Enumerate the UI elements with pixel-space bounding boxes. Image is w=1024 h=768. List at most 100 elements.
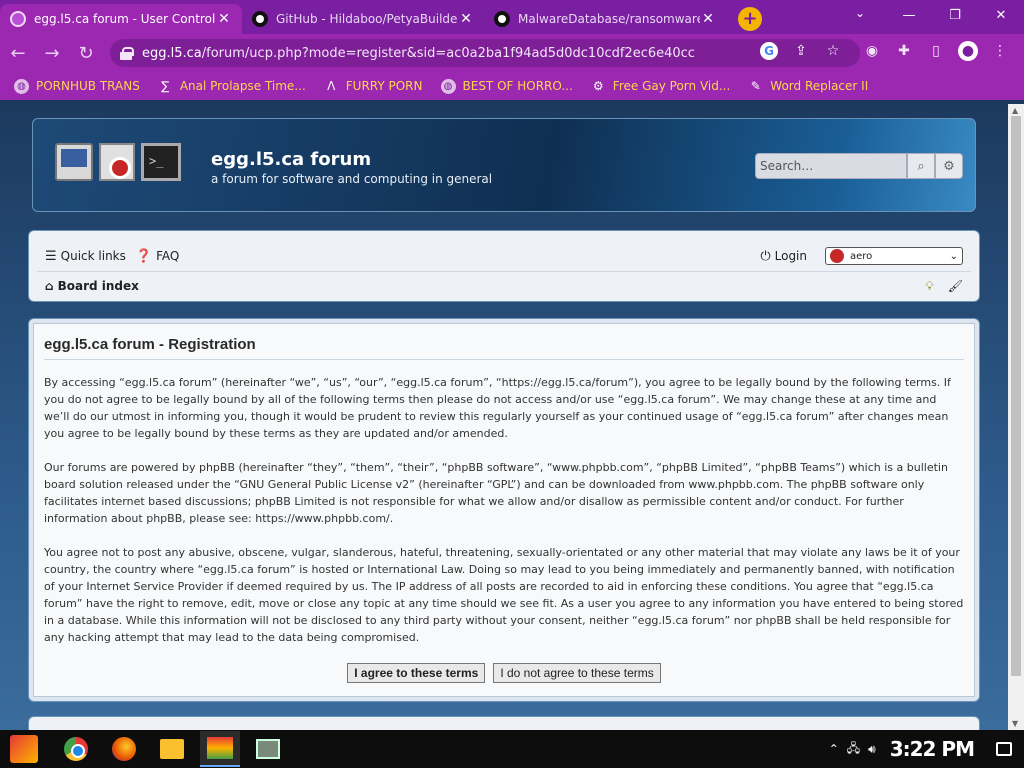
tab-title: egg.l5.ca forum - User Control Panel bbox=[34, 12, 216, 26]
folder-icon bbox=[160, 739, 184, 759]
scroll-down-icon[interactable]: ▼ bbox=[1012, 719, 1018, 728]
disc-icon bbox=[99, 143, 135, 181]
bookmark-item[interactable]: ∑ Anal Prolapse Time... bbox=[158, 79, 305, 94]
menu-kebab-icon[interactable]: ⋮ bbox=[990, 41, 1010, 61]
search-icon: ⌕ bbox=[917, 158, 925, 174]
site-description: a forum for software and computing in ge… bbox=[211, 172, 493, 186]
faq-link[interactable]: ❓ FAQ bbox=[136, 249, 179, 264]
notification-icon[interactable] bbox=[996, 742, 1012, 756]
window-controls: — ❐ ✕ bbox=[886, 0, 1024, 30]
login-link[interactable]: ⏻ Login bbox=[760, 249, 807, 264]
disagree-button[interactable]: I do not agree to these terms bbox=[493, 663, 661, 683]
quick-links-label: Quick links bbox=[60, 249, 126, 263]
bookmark-icon: ∑ bbox=[161, 79, 170, 93]
taskbar-firefox[interactable] bbox=[104, 731, 144, 767]
forward-icon[interactable]: → bbox=[36, 37, 68, 69]
tab-github-petya[interactable]: GitHub - Hildaboo/PetyaBuilder ✕ bbox=[242, 4, 484, 34]
chevron-down-icon: ⌄ bbox=[949, 250, 958, 262]
board-index-link[interactable]: Board index bbox=[58, 279, 139, 293]
browser-tab-strip: egg.l5.ca forum - User Control Panel ✕ G… bbox=[0, 0, 1024, 34]
bookmark-item[interactable]: ✎ Word Replacer II bbox=[748, 79, 868, 94]
url-path: /forum/ucp.php?mode=register&sid=ac0a2ba… bbox=[201, 45, 695, 61]
scrollbar-thumb[interactable] bbox=[1011, 116, 1021, 676]
lock-icon[interactable] bbox=[120, 46, 134, 60]
terms-paragraph: You agree not to post any abusive, obsce… bbox=[44, 546, 964, 644]
extension-avatar-icon[interactable]: ◉ bbox=[862, 41, 882, 61]
bookmark-item[interactable]: Λ FURRY PORN bbox=[324, 79, 422, 94]
computer-icon bbox=[55, 143, 93, 181]
home-icon: ⌂ bbox=[45, 279, 54, 293]
chrome-icon bbox=[64, 737, 88, 761]
close-icon[interactable]: ✕ bbox=[458, 11, 474, 27]
site-logo[interactable]: >_ bbox=[55, 143, 181, 181]
taskbar: ⌃ 🖧︎ 🔊︎ 3:22 PM bbox=[0, 730, 1024, 768]
forum-icon bbox=[10, 11, 26, 27]
quick-links-menu[interactable]: ☰ Quick links bbox=[45, 249, 126, 264]
registration-panel: egg.l5.ca forum - Registration By access… bbox=[28, 318, 980, 702]
address-bar[interactable]: egg.l5.ca/forum/ucp.php?mode=register&si… bbox=[110, 39, 860, 67]
taskbar-app[interactable] bbox=[200, 731, 240, 767]
nav-tools: 💡︎ 🖌︎ bbox=[925, 279, 963, 294]
profile-avatar-icon[interactable]: ● bbox=[958, 41, 978, 61]
search-button[interactable]: ⌕ bbox=[907, 153, 935, 179]
page-title: egg.l5.ca forum - Registration bbox=[44, 336, 964, 360]
bookmark-label: Word Replacer II bbox=[770, 79, 869, 93]
close-icon[interactable]: ✕ bbox=[216, 11, 232, 27]
bookmark-star-icon[interactable]: ☆ bbox=[824, 42, 842, 60]
minimize-icon[interactable]: — bbox=[886, 0, 932, 30]
google-lens-icon[interactable]: G bbox=[760, 42, 778, 60]
bookmarks-bar: ◍ PORNHUB TRANS ∑ Anal Prolapse Time... ΛF… bbox=[0, 72, 1024, 100]
site-title[interactable]: egg.l5.ca forum bbox=[211, 149, 371, 170]
tab-search-icon[interactable]: ⌄ bbox=[855, 6, 865, 20]
taskbar-chrome[interactable] bbox=[56, 731, 96, 767]
taskbar-monitor[interactable] bbox=[248, 731, 288, 767]
hamburger-icon: ☰ bbox=[45, 248, 57, 264]
nav-right: ⏻ Login aero ⌄ bbox=[760, 247, 963, 265]
address-bar-actions: G ⇪ ☆ bbox=[760, 42, 842, 60]
clock[interactable]: 3:22 PM bbox=[890, 737, 975, 761]
monitor-icon bbox=[256, 739, 280, 759]
terms-paragraph: Our forums are powered by phpBB (hereina… bbox=[44, 461, 948, 525]
start-icon[interactable] bbox=[10, 735, 38, 763]
close-window-icon[interactable]: ✕ bbox=[978, 0, 1024, 30]
tab-github-malware[interactable]: MalwareDatabase/ransomware ✕ bbox=[484, 4, 726, 34]
brush-icon[interactable]: 🖌︎ bbox=[948, 279, 963, 294]
power-icon: ⏻ bbox=[760, 248, 771, 264]
side-panel-icon[interactable]: ▯ bbox=[926, 41, 946, 61]
share-icon[interactable]: ⇪ bbox=[792, 42, 810, 60]
bookmark-item[interactable]: ◍ BEST OF HORRO... bbox=[440, 78, 573, 94]
bookmark-item[interactable]: ⚙ Free Gay Porn Vid... bbox=[591, 79, 730, 94]
reload-icon[interactable]: ↻ bbox=[70, 37, 102, 69]
github-icon bbox=[494, 11, 510, 27]
terminal-icon: >_ bbox=[141, 143, 181, 181]
gear-icon: ⚙ bbox=[592, 79, 604, 93]
terms-paragraph: By accessing “egg.l5.ca forum” (hereinaf… bbox=[44, 376, 951, 440]
scroll-up-icon[interactable]: ▲ bbox=[1012, 106, 1018, 115]
lightbulb-icon[interactable]: 💡︎ bbox=[925, 279, 933, 294]
style-select[interactable]: aero ⌄ bbox=[825, 247, 963, 265]
chevron-up-icon[interactable]: ⌃ bbox=[829, 742, 839, 756]
advanced-search-button[interactable]: ⚙ bbox=[935, 153, 963, 179]
agree-button[interactable]: I agree to these terms bbox=[347, 663, 486, 683]
url-host: egg.l5.ca bbox=[142, 45, 202, 61]
bookmark-label: BEST OF HORRO... bbox=[462, 79, 573, 93]
bookmark-label: Free Gay Porn Vid... bbox=[612, 79, 731, 93]
faq-label: FAQ bbox=[156, 249, 180, 263]
extensions-puzzle-icon[interactable]: ✚ bbox=[894, 41, 914, 61]
taskbar-explorer[interactable] bbox=[152, 731, 192, 767]
volume-icon[interactable]: 🔊︎ bbox=[868, 742, 876, 757]
page-scrollbar[interactable]: ▲ ▼ bbox=[1008, 104, 1024, 730]
globe-icon: ◍ bbox=[14, 78, 29, 94]
network-icon[interactable]: 🖧︎ bbox=[847, 739, 860, 760]
lambda-icon: Λ bbox=[327, 79, 336, 93]
close-icon[interactable]: ✕ bbox=[700, 11, 716, 27]
bookmark-item[interactable]: ◍ PORNHUB TRANS bbox=[14, 78, 140, 94]
search-input[interactable]: Search… bbox=[755, 153, 907, 179]
terms-text: By accessing “egg.l5.ca forum” (hereinaf… bbox=[44, 374, 964, 646]
restore-icon[interactable]: ❐ bbox=[932, 0, 978, 30]
back-icon[interactable]: ← bbox=[2, 37, 34, 69]
question-icon: ❓ bbox=[135, 248, 153, 264]
tab-forum[interactable]: egg.l5.ca forum - User Control Panel ✕ bbox=[0, 4, 242, 34]
new-tab-button[interactable]: + bbox=[738, 7, 762, 31]
system-tray: ⌃ 🖧︎ 🔊︎ 3:22 PM bbox=[829, 737, 1012, 761]
